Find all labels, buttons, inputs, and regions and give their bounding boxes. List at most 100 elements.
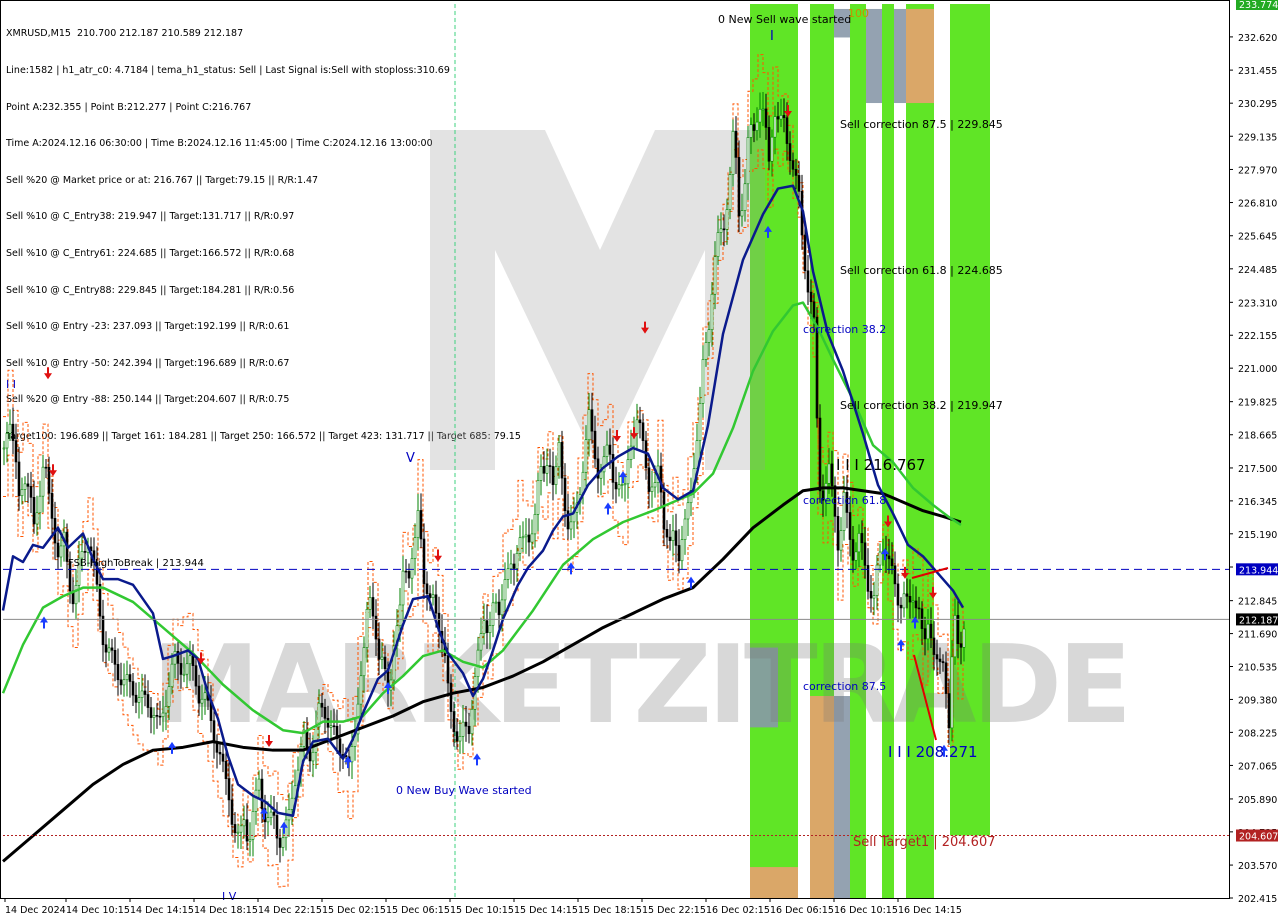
candle-body <box>422 538 426 585</box>
sell-correction-875-label: Sell correction 87.5 | 229.845 <box>840 118 1003 131</box>
candle-body <box>371 597 375 617</box>
candle-body <box>713 256 717 295</box>
price-tick-label: 202.415 <box>1238 894 1277 905</box>
candle-body <box>851 539 855 561</box>
candle-body <box>566 510 570 530</box>
candle-body <box>11 423 15 441</box>
time-tick-label: 14 Dec 14:15 <box>130 905 194 916</box>
candle-body <box>434 594 438 614</box>
candle-body <box>635 419 639 435</box>
candle-body <box>179 663 183 675</box>
price-axis: 232.620 231.455 230.295 229.135 227.970 226.8… <box>1229 0 1278 905</box>
candle-body <box>746 137 750 185</box>
candle-body <box>131 681 135 696</box>
candle-body <box>41 466 45 497</box>
time-tick-label: 14 Dec 22:15 <box>258 905 322 916</box>
correction-382-label: correction 38.2 <box>803 323 886 336</box>
signal-band <box>906 4 934 898</box>
candle-body <box>524 534 528 538</box>
candle-body <box>548 465 552 467</box>
price-tick-label: 225.645 <box>1238 232 1277 243</box>
candle-body <box>542 466 546 474</box>
candle-body <box>242 819 246 827</box>
candle-body <box>170 663 174 688</box>
candle-body <box>104 644 108 653</box>
candle-body <box>461 721 465 737</box>
candle-body <box>197 685 201 704</box>
price-tick-label: 230.295 <box>1238 99 1277 110</box>
candle-body <box>665 529 669 538</box>
candle-body <box>194 665 198 687</box>
candle-body <box>101 615 105 646</box>
sell-arrow-icon <box>44 367 52 380</box>
candle-body <box>332 725 336 728</box>
candle-body <box>584 439 588 473</box>
candle-body <box>515 552 519 569</box>
candle-body <box>380 656 384 660</box>
candle-body <box>20 489 24 497</box>
price-tick-label: 218.665 <box>1238 431 1277 442</box>
candle-body <box>281 837 285 848</box>
candle-body <box>854 551 858 561</box>
candle-body <box>938 658 942 662</box>
candle-body <box>188 655 192 665</box>
candle-body <box>662 491 666 530</box>
candle-body <box>107 647 111 653</box>
wave-marker-label: I <box>770 29 774 44</box>
candle-body <box>812 301 816 318</box>
price-chart[interactable]: MARKETZITRADE 0 New Sell wave started100 0… <box>0 0 1280 920</box>
candle-body <box>557 442 561 468</box>
candle-body <box>470 708 474 735</box>
candle-body <box>257 778 261 791</box>
candle-body <box>638 419 642 424</box>
candle-body <box>128 674 132 682</box>
candle-body <box>98 584 102 617</box>
candle-body <box>899 604 903 609</box>
candle-body <box>797 175 801 192</box>
candle-body <box>191 655 195 666</box>
candle-body <box>398 604 402 627</box>
candle-body <box>809 291 813 303</box>
candle-body <box>653 482 657 488</box>
price-tick-label: 210.535 <box>1238 663 1277 674</box>
candle-body <box>140 690 144 698</box>
candle-body <box>953 615 957 658</box>
candle-body <box>707 329 711 343</box>
candle-body <box>452 711 456 732</box>
candle-body <box>362 647 366 677</box>
candle-body <box>929 623 933 639</box>
candle-body <box>671 530 675 541</box>
candle-body <box>734 130 738 158</box>
candle-body <box>401 570 405 606</box>
correction-618-label: correction 61.8 <box>803 494 886 507</box>
candle-body <box>137 697 141 703</box>
candle-body <box>314 726 318 753</box>
candle-body <box>134 694 138 703</box>
watermark-text: MARKETZITRADE <box>152 623 1128 748</box>
candle-body <box>494 601 498 604</box>
price-tick-label: 211.690 <box>1238 630 1277 641</box>
candle-body <box>686 502 690 520</box>
candle-body <box>467 725 471 735</box>
candle-body <box>29 486 33 498</box>
candle-body <box>932 637 936 655</box>
candle-body <box>407 571 411 579</box>
candle-body <box>503 579 507 601</box>
candle-body <box>50 492 54 519</box>
price-tick-label: 209.380 <box>1238 695 1277 706</box>
candle-body <box>836 516 840 551</box>
candle-body <box>914 600 918 609</box>
candle-body <box>620 484 624 486</box>
candle-body <box>32 497 36 525</box>
candle-body <box>329 725 333 728</box>
candle-body <box>284 819 288 839</box>
sell-target-label: Sell Target1 | 204.607 <box>853 835 996 850</box>
candle-body <box>125 674 129 681</box>
candle-body <box>8 423 12 434</box>
candle-body <box>44 466 48 469</box>
candle-body <box>920 608 924 629</box>
candle-body <box>143 690 147 695</box>
candle-body <box>605 444 609 457</box>
candle-body <box>887 555 891 560</box>
candle-body <box>5 432 9 449</box>
